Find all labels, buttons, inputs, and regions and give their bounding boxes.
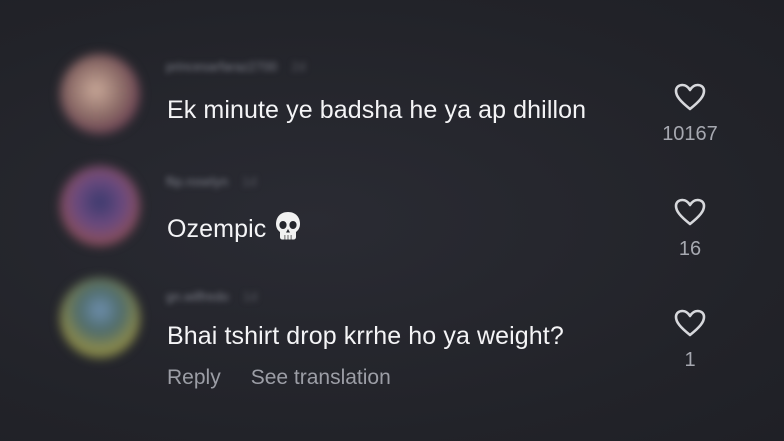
- comment-item: gn.wilfredo 1d Bhai tshirt drop krrhe ho …: [0, 0, 784, 389]
- comment-text: Ozempic: [167, 211, 302, 248]
- comment-text-content: Ozempic: [167, 215, 267, 243]
- like-button[interactable]: 1: [660, 309, 720, 372]
- comments-screen: princesarfaraz2700 2d Ek minute ye badsha…: [0, 0, 784, 441]
- comment-username[interactable]: flip.roselyn 1d: [166, 174, 257, 189]
- like-button[interactable]: 16: [660, 198, 720, 261]
- comment-username[interactable]: gn.wilfredo 1d: [166, 289, 258, 304]
- like-count: 16: [678, 238, 702, 260]
- username-text: gn.wilfredo: [166, 289, 229, 304]
- avatar[interactable]: [60, 278, 140, 358]
- username-text: flip.roselyn: [166, 174, 229, 189]
- comment-actions: Reply See translation: [167, 366, 391, 390]
- comment-time: 1d: [242, 174, 257, 189]
- see-translation-button[interactable]: See translation: [251, 366, 391, 389]
- comment-text: Bhai tshirt drop krrhe ho ya weight?: [167, 322, 564, 350]
- heart-icon[interactable]: [674, 309, 706, 337]
- like-count: 1: [684, 349, 696, 371]
- avatar[interactable]: [60, 166, 140, 246]
- comment-time: 1d: [242, 289, 258, 304]
- skull-icon: [274, 211, 302, 248]
- reply-button[interactable]: Reply: [167, 366, 221, 389]
- heart-icon[interactable]: [674, 198, 706, 226]
